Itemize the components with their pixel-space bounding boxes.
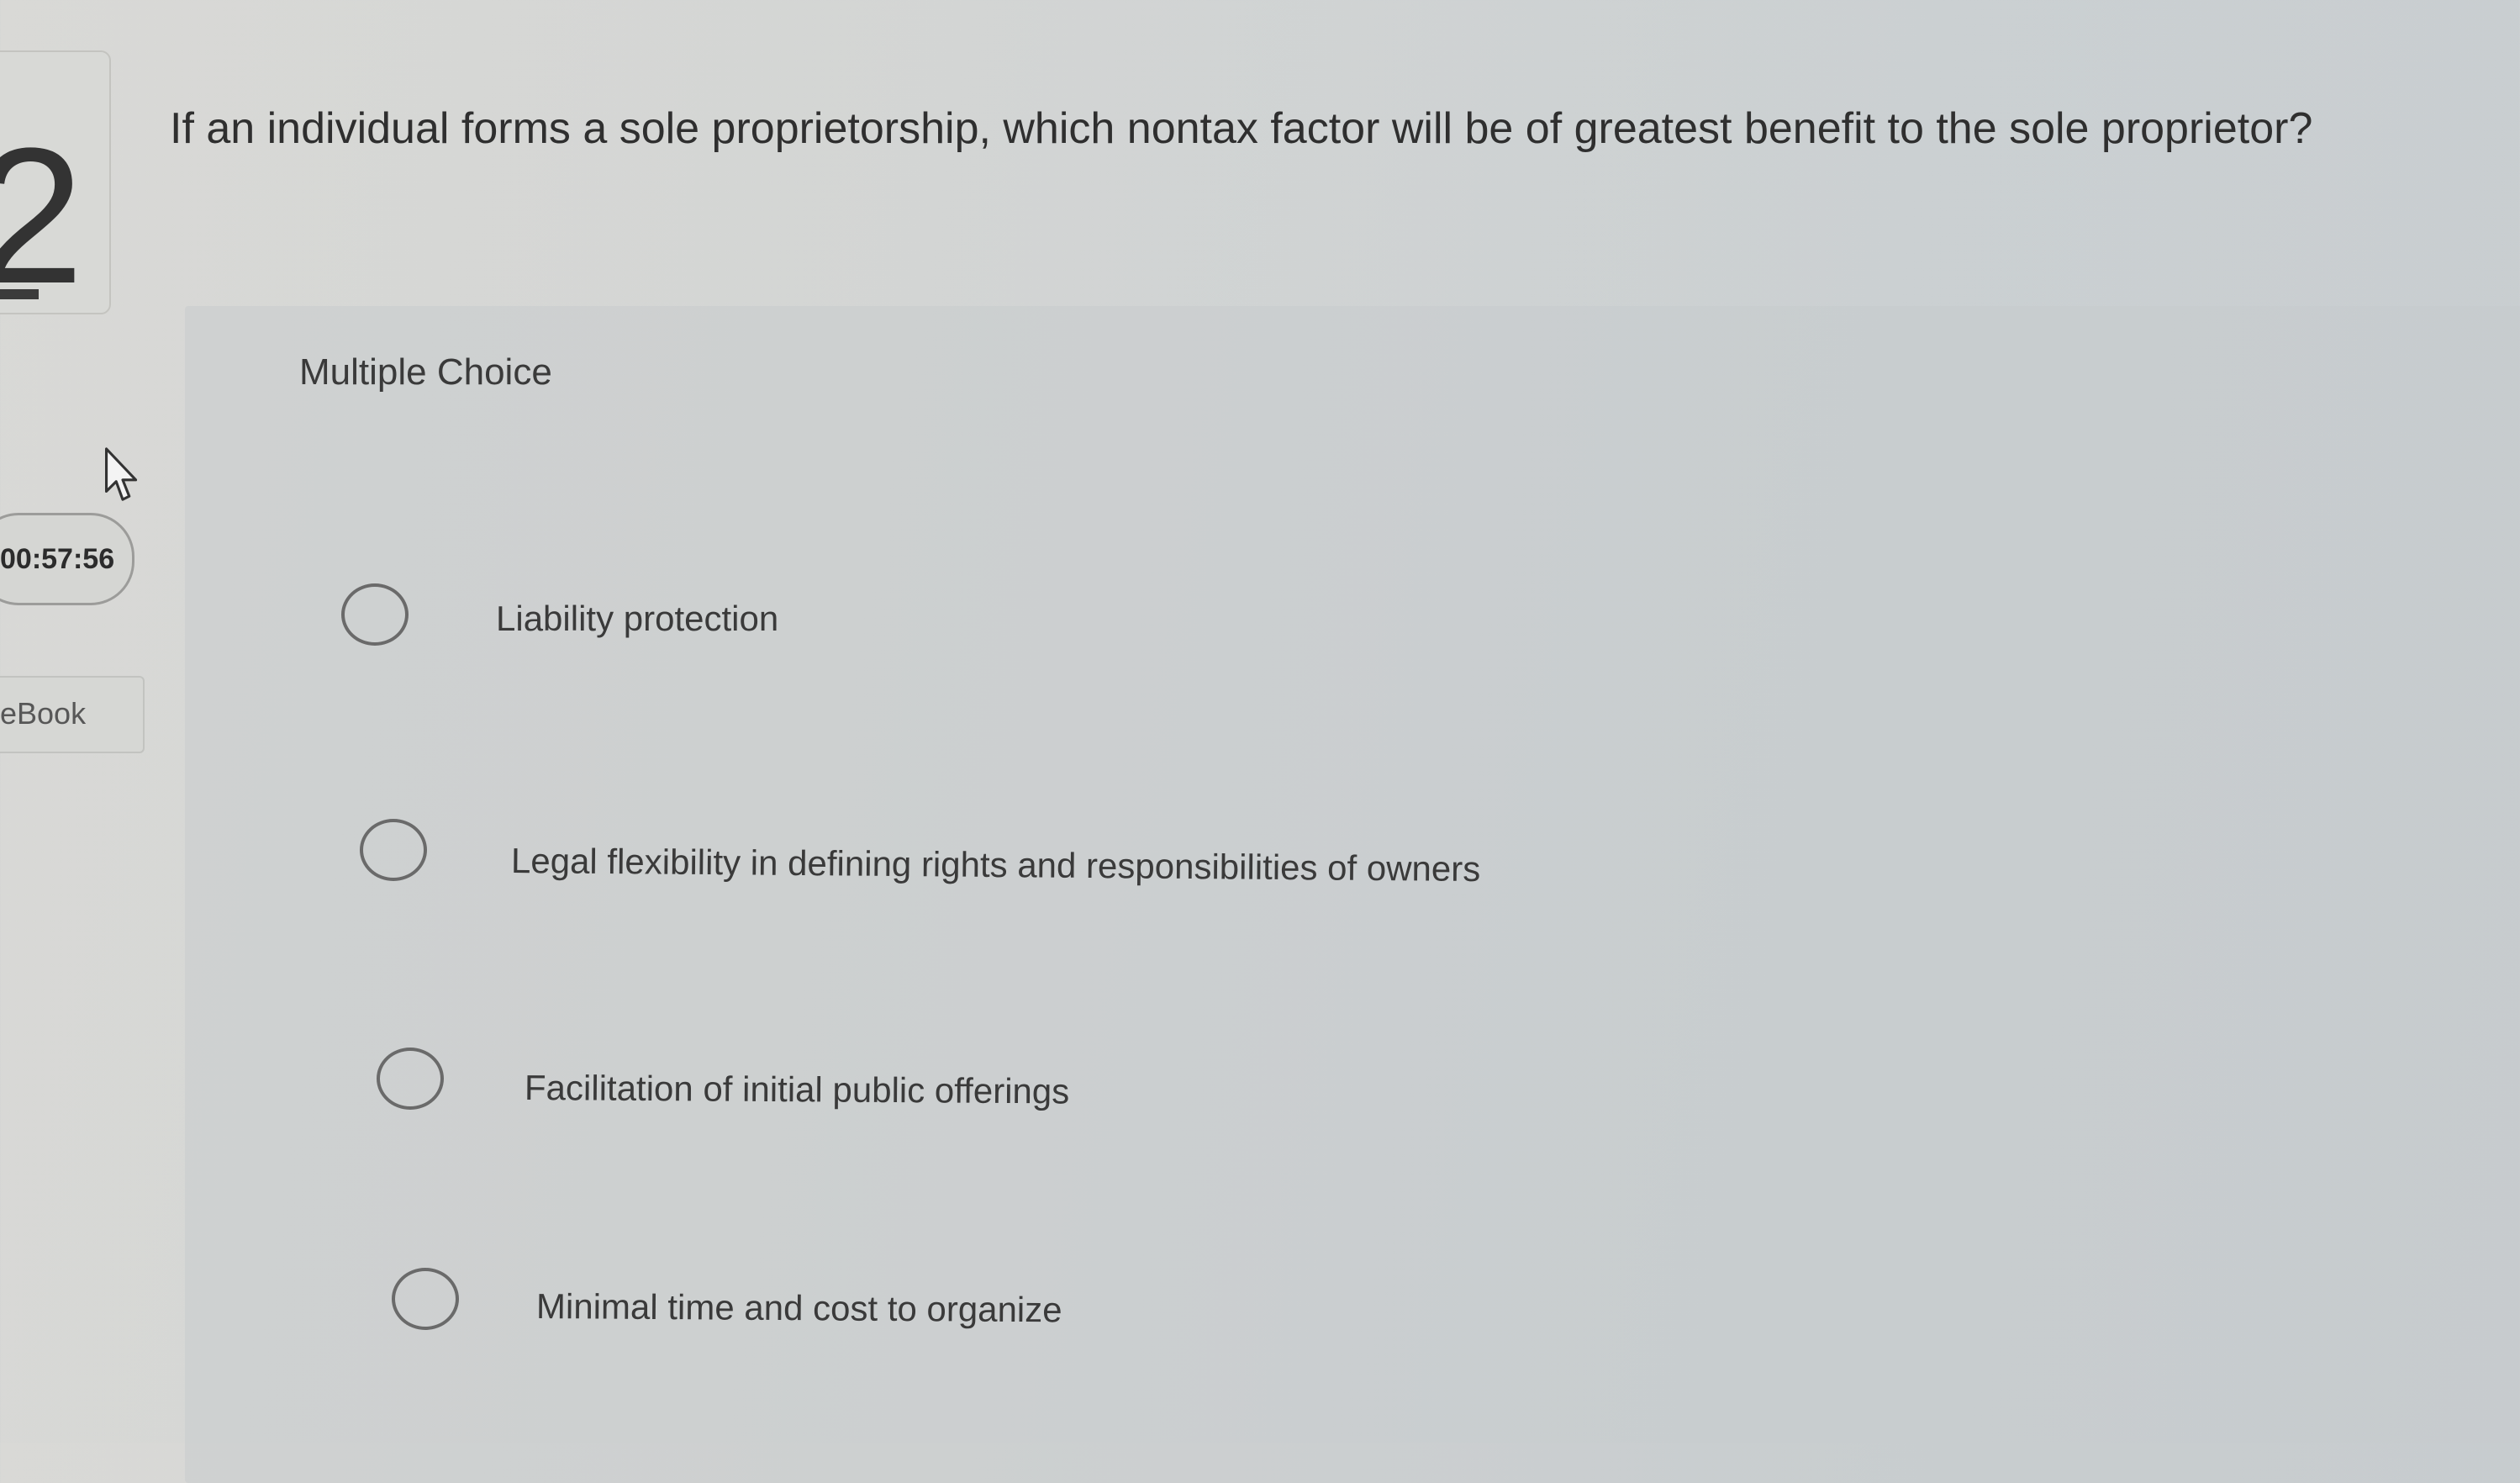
answer-option-label[interactable]: Liability protection	[496, 599, 778, 639]
mouse-pointer-icon	[105, 447, 138, 501]
radio-unchecked-icon[interactable]	[392, 1268, 459, 1330]
answer-option-label[interactable]: Legal flexibility in defining rights and…	[511, 841, 1481, 889]
ebook-tab-label[interactable]: eBook	[0, 696, 86, 731]
timer-display: 00:57:56	[0, 543, 115, 575]
answer-panel	[185, 306, 2520, 1483]
question-type-label: Multiple Choice	[299, 351, 552, 393]
answer-option-label[interactable]: Minimal time and cost to organize	[536, 1286, 1062, 1330]
radio-unchecked-icon[interactable]	[360, 819, 427, 881]
question-number-card: 2	[0, 50, 111, 314]
answer-option-label[interactable]: Facilitation of initial public offerings	[525, 1068, 1070, 1112]
question-number: 2	[0, 119, 84, 313]
radio-unchecked-icon[interactable]	[377, 1048, 444, 1110]
question-number-underline	[0, 289, 39, 299]
question-prompt: If an individual forms a sole proprietor…	[170, 104, 2313, 153]
radio-unchecked-icon[interactable]	[341, 583, 409, 646]
